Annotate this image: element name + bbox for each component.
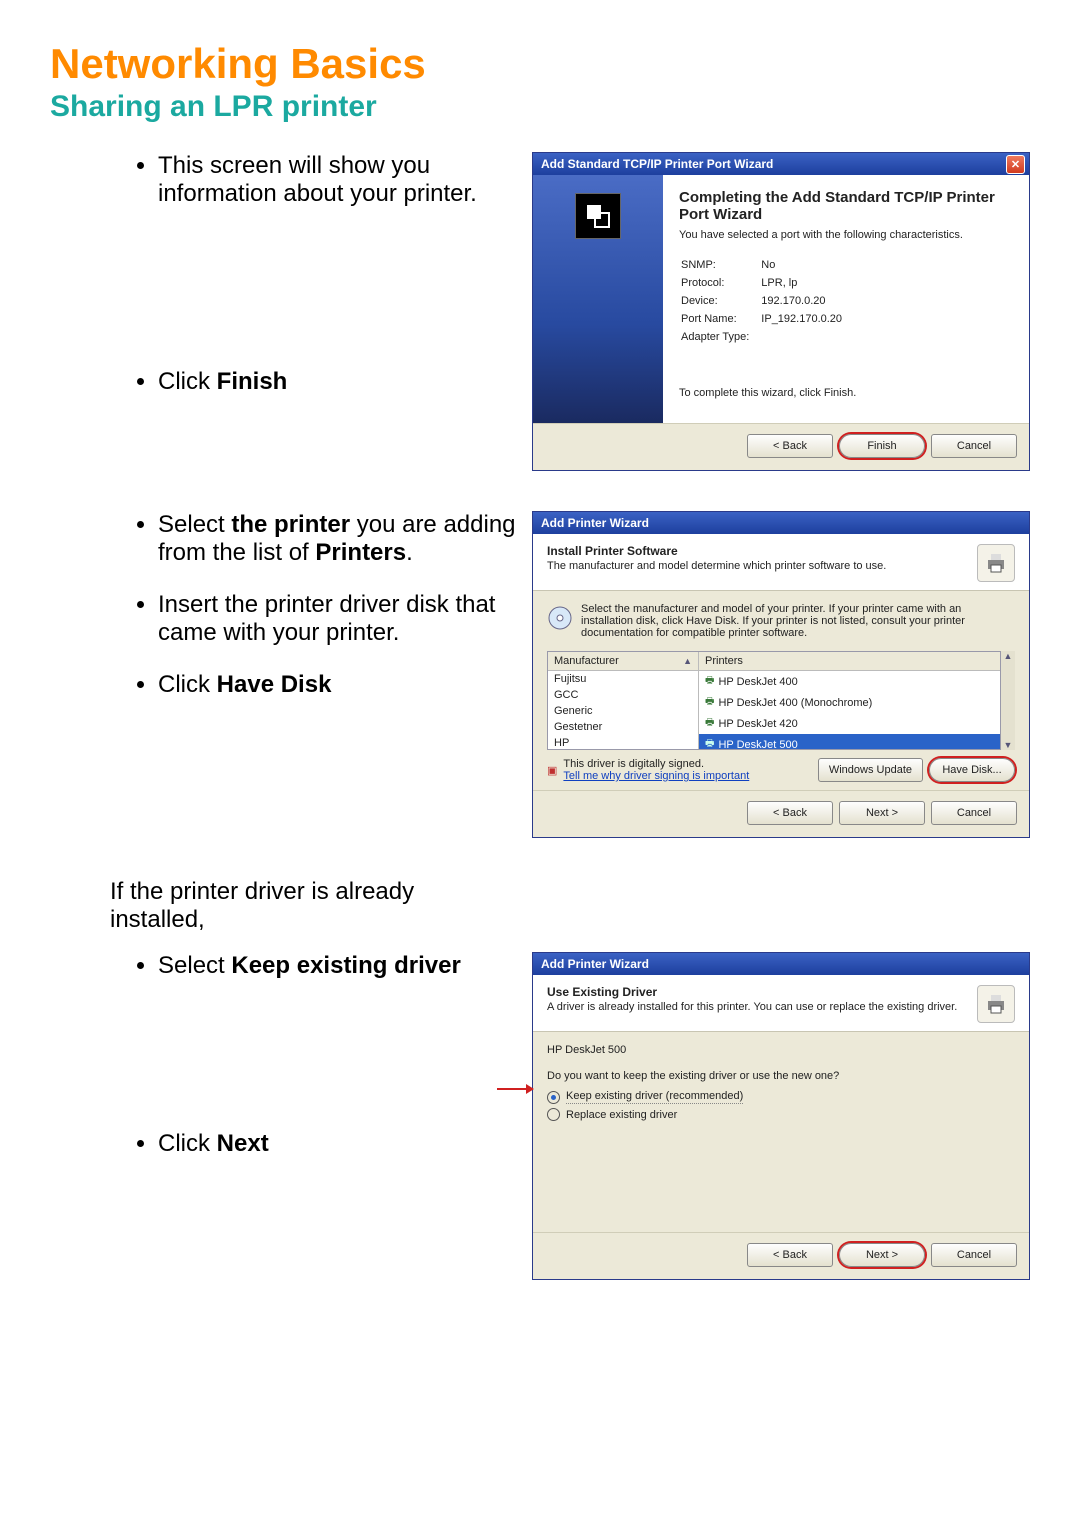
printer-model-icon: 🖶 [705, 673, 714, 690]
dialog-title-text: Add Printer Wizard [541, 516, 649, 530]
driver-question: Do you want to keep the existing driver … [547, 1070, 1015, 1082]
list-item[interactable]: Gestetner [548, 719, 698, 735]
next-button[interactable]: Next > [839, 801, 925, 825]
instr-click-next: Click Next [158, 1130, 522, 1158]
wizard-subtext: You have selected a port with the follow… [679, 229, 1013, 241]
chevron-up-icon: ▲ [1004, 651, 1013, 661]
list-item[interactable]: HP [548, 735, 698, 749]
dialog-titlebar: Add Printer Wizard [533, 953, 1029, 975]
list-item[interactable]: 🖶HP DeskJet 400 [699, 671, 1000, 692]
list-item[interactable]: GCC [548, 687, 698, 703]
printer-icon [977, 544, 1015, 582]
replace-driver-radio[interactable]: Replace existing driver [547, 1108, 1015, 1121]
port-characteristics-table: SNMP:No Protocol:LPR, lp Device:192.170.… [679, 255, 854, 347]
wizard-sidebar [533, 175, 663, 423]
list-item[interactable]: Fujitsu [548, 671, 698, 687]
windows-update-button[interactable]: Windows Update [818, 758, 923, 782]
cancel-button[interactable]: Cancel [931, 434, 1017, 458]
wizard-footer-text: To complete this wizard, click Finish. [679, 387, 1013, 399]
instr-select-printer: Select the printer you are adding from t… [158, 511, 522, 567]
instr-click-have-disk: Click Have Disk [158, 671, 522, 699]
instruction-block-3: Select Keep existing driver Click Next [50, 952, 522, 1182]
use-existing-heading: Use Existing Driver [547, 985, 957, 999]
close-icon[interactable]: ✕ [1006, 155, 1025, 174]
install-instruction-text: Select the manufacturer and model of you… [581, 603, 1015, 639]
cancel-button[interactable]: Cancel [931, 1243, 1017, 1267]
page-subtitle: Sharing an LPR printer [50, 90, 1030, 124]
next-button[interactable]: Next > [839, 1243, 925, 1267]
printer-model-icon: 🖶 [705, 694, 714, 711]
back-button[interactable]: < Back [747, 801, 833, 825]
dialog-titlebar: Add Standard TCP/IP Printer Port Wizard … [533, 153, 1029, 175]
dialog-title-text: Add Standard TCP/IP Printer Port Wizard [541, 157, 773, 171]
instr-info: This screen will show you information ab… [158, 152, 522, 208]
instr-insert-disk: Insert the printer driver disk that came… [158, 591, 522, 647]
scrollbar[interactable]: ▲▼ [1001, 651, 1015, 750]
signing-info-link[interactable]: Tell me why driver signing is important [563, 770, 749, 782]
instruction-block-2: Select the printer you are adding from t… [50, 511, 522, 723]
tcpip-port-wizard-dialog: Add Standard TCP/IP Printer Port Wizard … [532, 152, 1030, 471]
dialog-titlebar: Add Printer Wizard [533, 512, 1029, 534]
list-item[interactable]: Generic [548, 703, 698, 719]
finish-button[interactable]: Finish [839, 434, 925, 458]
install-software-heading: Install Printer Software [547, 544, 886, 558]
callout-arrow-icon [497, 1088, 533, 1090]
keep-driver-radio[interactable]: Keep existing driver (recommended) [547, 1090, 1015, 1104]
back-button[interactable]: < Back [747, 1243, 833, 1267]
install-software-sub: The manufacturer and model determine whi… [547, 560, 886, 572]
radio-icon [547, 1108, 560, 1121]
use-existing-driver-dialog: Add Printer Wizard Use Existing Driver A… [532, 952, 1030, 1280]
signed-text: This driver is digitally signed. [563, 758, 749, 770]
use-existing-sub: A driver is already installed for this p… [547, 1001, 957, 1013]
wizard-heading: Completing the Add Standard TCP/IP Print… [679, 189, 1013, 223]
driver-model-text: HP DeskJet 500 [547, 1044, 1015, 1056]
instruction-block-1: This screen will show you information ab… [50, 152, 522, 420]
list-item[interactable]: 🖶HP DeskJet 420 [699, 713, 1000, 734]
replace-driver-label: Replace existing driver [566, 1109, 677, 1121]
keep-driver-label: Keep existing driver (recommended) [566, 1090, 743, 1104]
chevron-up-icon: ▲ [683, 656, 692, 666]
radio-selected-icon [547, 1091, 560, 1104]
back-button[interactable]: < Back [747, 434, 833, 458]
have-disk-button[interactable]: Have Disk... [929, 758, 1015, 782]
printer-icon [977, 985, 1015, 1023]
instr-click-finish: Click Finish [158, 368, 522, 396]
list-item-selected[interactable]: 🖶HP DeskJet 500 [699, 734, 1000, 749]
printer-port-icon [575, 193, 621, 239]
cancel-button[interactable]: Cancel [931, 801, 1017, 825]
printers-list[interactable]: Printers 🖶HP DeskJet 400 🖶HP DeskJet 400… [699, 652, 1000, 749]
middle-note: If the printer driver is already install… [110, 878, 470, 934]
dialog-title-text: Add Printer Wizard [541, 957, 649, 971]
list-item[interactable]: 🖶HP DeskJet 400 (Monochrome) [699, 692, 1000, 713]
disk-icon [547, 603, 573, 633]
instr-keep-driver: Select Keep existing driver [158, 952, 522, 980]
printer-model-icon: 🖶 [705, 736, 714, 749]
printer-model-icon: 🖶 [705, 715, 714, 732]
shield-icon: ▣ [547, 764, 557, 777]
manufacturer-list[interactable]: Manufacturer▲ Fujitsu GCC Generic Gestet… [548, 652, 699, 749]
chevron-down-icon: ▼ [1004, 740, 1013, 750]
add-printer-wizard-dialog: Add Printer Wizard Install Printer Softw… [532, 511, 1030, 838]
page-title: Networking Basics [50, 40, 1030, 88]
wizard-content: Completing the Add Standard TCP/IP Print… [663, 175, 1029, 423]
